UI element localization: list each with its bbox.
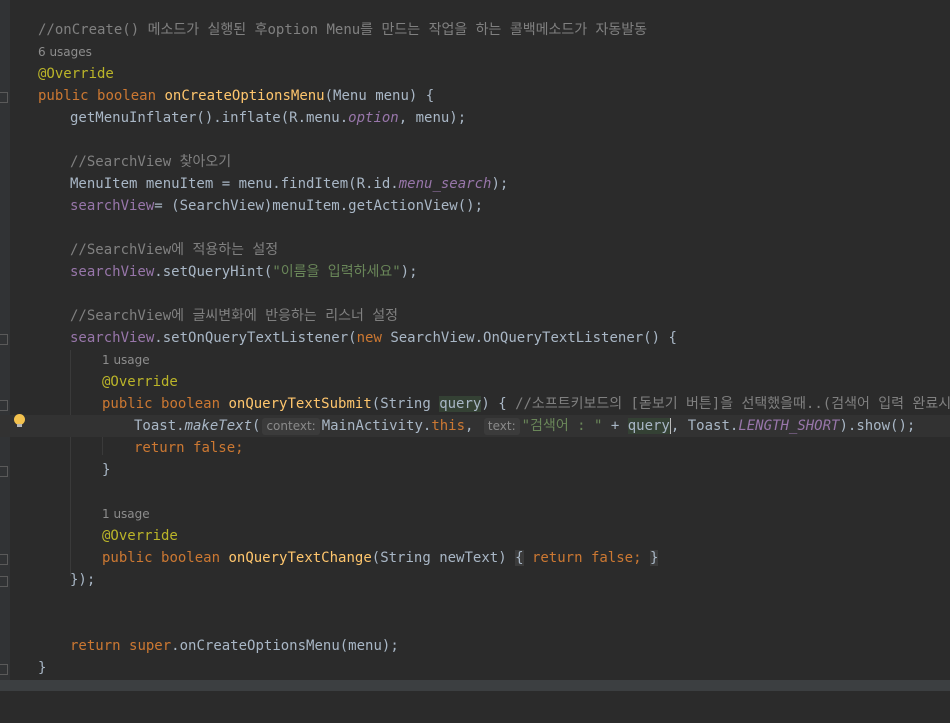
statement: return false; bbox=[134, 440, 244, 456]
closing-brace: }); bbox=[70, 572, 96, 588]
code-line-current[interactable]: Toast.makeText(context: MainActivity.this… bbox=[0, 415, 950, 437]
code-line[interactable]: getMenuInflater().inflate(R.menu.option,… bbox=[0, 107, 950, 129]
code-line[interactable]: //SearchView에 적용하는 설정 bbox=[0, 239, 950, 261]
statement: searchView= (SearchView)menuItem.getActi… bbox=[70, 198, 484, 214]
comment-text: //SearchView 찾아오기 bbox=[70, 154, 232, 170]
lightbulb-icon[interactable] bbox=[14, 414, 25, 427]
parameter-hint-context: context: bbox=[262, 418, 320, 435]
code-line[interactable]: return super.onCreateOptionsMenu(menu); bbox=[0, 635, 950, 657]
statement: return super.onCreateOptionsMenu(menu); bbox=[70, 638, 399, 654]
statement: searchView.setQueryHint("이름을 입력하세요"); bbox=[70, 264, 418, 280]
code-line[interactable]: //SearchView에 글씨변화에 반응하는 리스너 설정 bbox=[0, 305, 950, 327]
code-line[interactable]: searchView.setQueryHint("이름을 입력하세요"); bbox=[0, 261, 950, 283]
statement: MenuItem menuItem = menu.findItem(R.id.m… bbox=[70, 176, 509, 192]
code-line[interactable]: }); bbox=[0, 569, 950, 591]
code-line[interactable]: //onCreate() 메소드가 실행된 후option Menu를 만드는 … bbox=[0, 19, 950, 41]
method-signature: public boolean onCreateOptionsMenu(Menu … bbox=[38, 88, 435, 104]
statement: searchView.setOnQueryTextListener(new Se… bbox=[70, 330, 677, 346]
comment-text: //SearchView에 적용하는 설정 bbox=[70, 242, 279, 258]
annotation-override: @Override bbox=[38, 66, 114, 82]
code-line[interactable]: return false; bbox=[0, 437, 950, 459]
statement: Toast.makeText(context: MainActivity.this… bbox=[134, 418, 916, 435]
usages-hint[interactable]: 1 usage bbox=[102, 351, 150, 369]
closing-brace: } bbox=[102, 462, 111, 478]
code-line[interactable]: } bbox=[0, 459, 950, 481]
code-line[interactable]: @Override bbox=[0, 371, 950, 393]
method-signature: public boolean onQueryTextSubmit(String … bbox=[102, 396, 950, 412]
usages-hint[interactable]: 1 usage bbox=[102, 505, 150, 523]
code-line[interactable]: public boolean onCreateOptionsMenu(Menu … bbox=[0, 85, 950, 107]
code-line[interactable]: } bbox=[0, 657, 950, 679]
annotation-override: @Override bbox=[102, 528, 178, 544]
comment-text: //onCreate() 메소드가 실행된 후option Menu를 만드는 … bbox=[38, 22, 648, 38]
code-line[interactable]: MenuItem menuItem = menu.findItem(R.id.m… bbox=[0, 173, 950, 195]
method-signature: public boolean onQueryTextChange(String … bbox=[102, 550, 659, 566]
code-line[interactable]: searchView= (SearchView)menuItem.getActi… bbox=[0, 195, 950, 217]
code-line[interactable]: public boolean onQueryTextChange(String … bbox=[0, 547, 950, 569]
closing-brace: } bbox=[38, 660, 47, 676]
comment-text: //SearchView에 글씨변화에 반응하는 리스너 설정 bbox=[70, 308, 399, 324]
code-editor[interactable]: //onCreate() 메소드가 실행된 후option Menu를 만드는 … bbox=[0, 0, 950, 691]
statement: getMenuInflater().inflate(R.menu.option,… bbox=[70, 110, 467, 126]
code-line[interactable]: public boolean onQueryTextSubmit(String … bbox=[0, 393, 950, 415]
code-line[interactable]: @Override bbox=[0, 525, 950, 547]
code-line[interactable]: //SearchView 찾아오기 bbox=[0, 151, 950, 173]
usages-hint[interactable]: 6 usages bbox=[38, 43, 92, 61]
parameter-hint-text: text: bbox=[483, 418, 520, 435]
code-line[interactable]: searchView.setOnQueryTextListener(new Se… bbox=[0, 327, 950, 349]
horizontal-scrollbar[interactable] bbox=[0, 680, 950, 691]
code-line[interactable]: @Override bbox=[0, 63, 950, 85]
annotation-override: @Override bbox=[102, 374, 178, 390]
